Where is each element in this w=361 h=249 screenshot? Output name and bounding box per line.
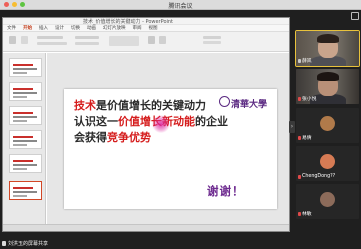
participant-name: 林敏 <box>298 210 312 217</box>
font-box[interactable] <box>37 36 63 39</box>
participant-tile[interactable]: 易倩 <box>296 108 359 143</box>
meeting-window: 腾讯会议 技术_价值增长的关键动力 - PowerPoint 文件 开始 插入 设计 切… <box>0 0 361 249</box>
participant-name: 张小悦 <box>298 95 316 102</box>
slide-line-3: 会获得竞争优势 <box>74 131 151 144</box>
paste-icon[interactable] <box>9 36 16 44</box>
line3-dark: 会获得 <box>74 131 107 144</box>
ppt-tab[interactable]: 文件 <box>7 25 16 31</box>
slide-thumbnail[interactable] <box>9 58 42 77</box>
participant-name: 易倩 <box>298 134 312 141</box>
mic-muted-icon <box>298 135 301 140</box>
current-slide[interactable]: 清華大學 技术是价值增长的关键动力 认识这一价值增长新动能的企业 会获得竞争优势… <box>64 89 277 209</box>
ppt-ribbon <box>3 32 289 52</box>
avatar <box>320 154 335 169</box>
mic-muted-icon <box>298 174 301 179</box>
find-icon[interactable] <box>203 36 221 39</box>
view-toggle-icon[interactable] <box>351 12 359 20</box>
avatar <box>320 116 335 131</box>
window-title: 腾讯会议 <box>168 3 193 10</box>
speaker-text: 刘洪玉的屏幕共享 <box>8 240 49 247</box>
mic-muted-icon <box>298 211 301 216</box>
slide-thumbnail[interactable] <box>9 154 42 173</box>
slide-thumbnail-selected[interactable] <box>9 181 42 200</box>
participant-name: ChengDong?? <box>298 174 335 179</box>
mic-muted-icon <box>298 96 301 101</box>
ppt-tab[interactable]: 视图 <box>149 25 158 31</box>
title-bar: 腾讯会议 <box>0 0 361 10</box>
participant-tile[interactable]: 薛岚 <box>295 30 360 67</box>
university-logo: 清華大學 <box>231 100 268 110</box>
avatar <box>320 192 335 207</box>
line1-red: 技术 <box>74 99 96 112</box>
slide-thumbnail[interactable] <box>9 130 42 149</box>
active-speaker-label: 刘洪玉的屏幕共享 <box>2 239 48 247</box>
university-seal-icon <box>219 96 230 107</box>
paragraph-align-row[interactable] <box>75 42 99 45</box>
arrange-icon[interactable] <box>148 36 155 44</box>
participant-tile[interactable]: 张小悦 <box>296 69 359 104</box>
line3-red: 竞争优势 <box>107 131 151 144</box>
slide-thumbnail[interactable] <box>9 82 42 101</box>
line2-dark-a: 认识这一 <box>74 115 118 128</box>
thanks-text: 谢谢！ <box>207 184 245 198</box>
font-format-row[interactable] <box>37 42 67 45</box>
slide-line-1: 技术是价值增长的关键动力 <box>74 99 206 112</box>
ppt-tab[interactable]: 审阅 <box>133 25 142 31</box>
slide-editing-area: 清華大學 技术是价值增长的关键动力 认识这一价值增长新动能的企业 会获得竞争优势… <box>47 53 289 225</box>
ppt-tab[interactable]: 开始 <box>23 25 32 31</box>
slide-thumbnails <box>3 53 46 225</box>
participant-tile[interactable]: 林敏 <box>296 184 359 219</box>
slide-thumbnail[interactable] <box>9 106 42 125</box>
ppt-tab[interactable]: 设计 <box>55 25 64 31</box>
quick-styles-icon[interactable] <box>159 36 166 44</box>
ppt-tab[interactable]: 切换 <box>71 25 80 31</box>
ppt-tab[interactable]: 插入 <box>39 25 48 31</box>
drawing-shapes[interactable] <box>109 36 139 46</box>
mic-icon <box>298 58 301 63</box>
ppt-title-bar: 技术_价值增长的关键动力 - PowerPoint <box>3 18 289 25</box>
line1-dark: 是价值增长的关键动力 <box>96 99 206 112</box>
paragraph-row[interactable] <box>75 36 99 39</box>
ppt-tab[interactable]: 动画 <box>87 25 96 31</box>
mic-icon <box>2 240 6 246</box>
new-slide-icon[interactable] <box>21 36 28 44</box>
laser-pointer <box>152 115 170 133</box>
slide-line-2: 认识这一价值增长新动能的企业 <box>74 115 228 128</box>
ppt-ribbon-tabs: 文件 开始 插入 设计 切换 动画 幻灯片放映 审阅 视图 <box>3 25 289 32</box>
collapse-gallery-button[interactable]: › <box>289 121 295 133</box>
ppt-document-title: 技术_价值增长的关键动力 - PowerPoint <box>83 19 174 25</box>
ppt-status-bar <box>3 224 289 231</box>
participant-name: 薛岚 <box>298 57 312 64</box>
shared-screen-powerpoint: 技术_价值增长的关键动力 - PowerPoint 文件 开始 插入 设计 切换 动画 幻灯… <box>2 17 290 232</box>
line2-dark-b: 的企业 <box>195 115 228 128</box>
ppt-tab[interactable]: 幻灯片放映 <box>103 25 126 31</box>
replace-icon[interactable] <box>203 41 221 44</box>
participant-tile[interactable]: ChengDong?? <box>296 146 359 181</box>
